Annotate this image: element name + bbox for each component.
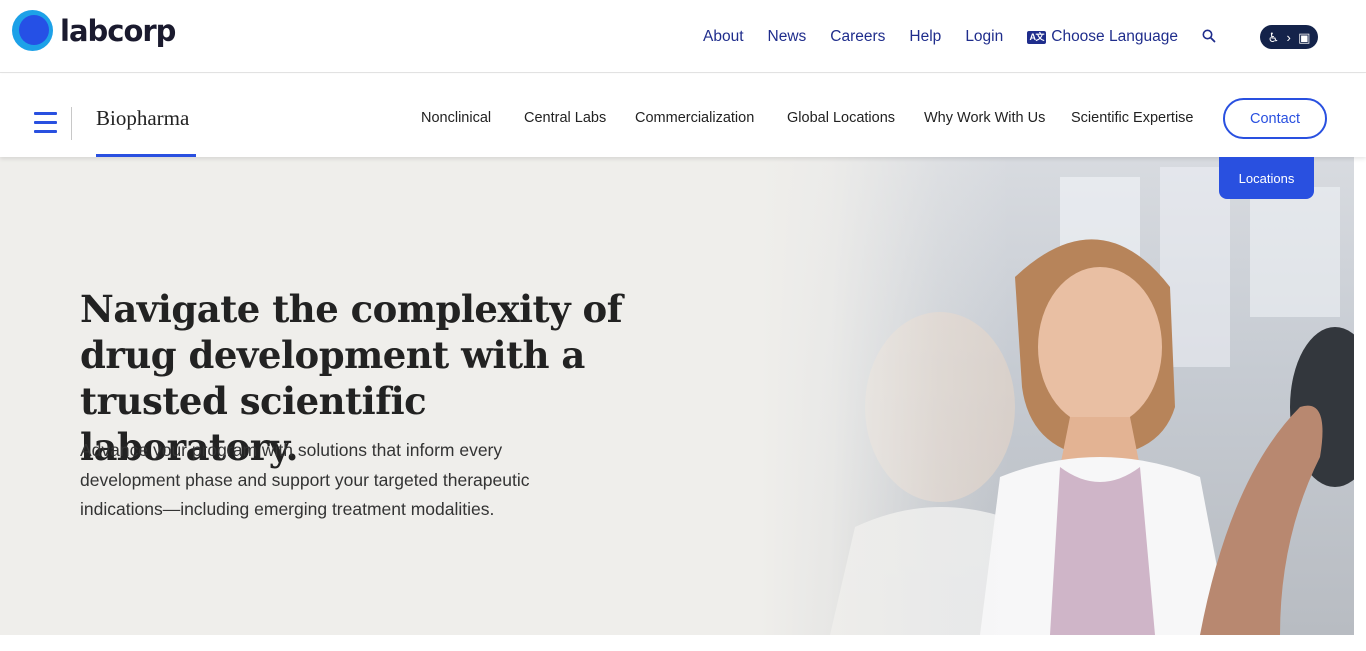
active-section-indicator <box>96 154 196 157</box>
nav-item-why-work-with-us[interactable]: Why Work With Us <box>924 110 1045 126</box>
about-link[interactable]: About <box>703 28 744 46</box>
section-nav: Biopharma Nonclinical Central Labs Comme… <box>0 74 1366 157</box>
choose-language-label: Choose Language <box>1051 28 1178 45</box>
careers-link[interactable]: Careers <box>830 28 885 46</box>
chevron-right-icon: › <box>1286 29 1291 45</box>
nav-item-global-locations[interactable]: Global Locations <box>787 110 895 126</box>
login-link[interactable]: Login <box>965 28 1003 46</box>
translate-icon: A文 <box>1027 30 1047 44</box>
screen-reader-icon: ▣ <box>1298 29 1311 45</box>
hero-image-scientists <box>760 157 1354 635</box>
utility-header: labcorp About News Careers Help Login A文… <box>0 0 1366 73</box>
nav-item-central-labs[interactable]: Central Labs <box>524 110 606 126</box>
labcorp-logo[interactable]: labcorp <box>12 10 176 51</box>
help-link[interactable]: Help <box>909 28 941 46</box>
contact-button[interactable]: Contact <box>1223 98 1327 139</box>
nav-item-nonclinical[interactable]: Nonclinical <box>421 110 491 126</box>
logo-mark-icon <box>12 10 53 51</box>
logo-text: labcorp <box>60 13 176 48</box>
search-icon[interactable] <box>1201 28 1217 44</box>
hero-subtext: Advance your program with solutions that… <box>80 440 530 519</box>
accessibility-toggle[interactable]: ♿ › ▣ <box>1260 25 1318 49</box>
nav-item-scientific-expertise[interactable]: Scientific Expertise <box>1071 110 1194 126</box>
accessibility-icon: ♿ <box>1267 29 1280 45</box>
main-nav-menu: Nonclinical Central Labs Commercializati… <box>0 110 1366 130</box>
hero-section: Navigate the complexity of drug developm… <box>0 157 1354 635</box>
nav-item-commercialization[interactable]: Commercialization <box>635 110 754 126</box>
utility-nav: About News Careers Help Login A文 Choose … <box>703 26 1202 48</box>
locations-tab-button[interactable]: Locations <box>1219 157 1314 199</box>
news-link[interactable]: News <box>768 28 807 46</box>
choose-language-link[interactable]: A文 Choose Language <box>1027 28 1178 46</box>
